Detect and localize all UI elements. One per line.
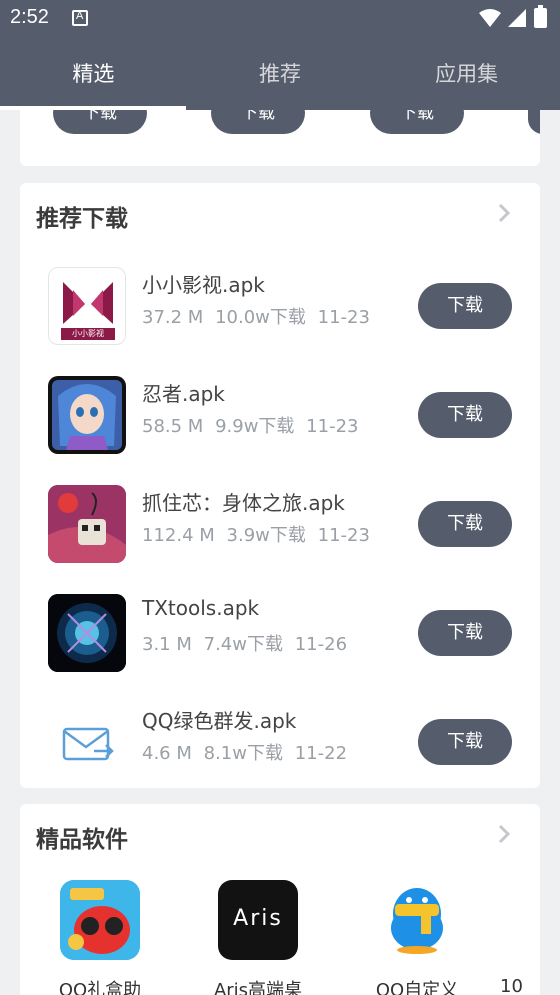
tab-bar: 精选 推荐 应用集 bbox=[0, 44, 560, 110]
signal-icon bbox=[508, 9, 526, 27]
chevron-right-icon[interactable] bbox=[494, 201, 514, 225]
aris-icon: Aris bbox=[218, 880, 298, 960]
tab-app-collection[interactable]: 应用集 bbox=[373, 44, 560, 110]
list-item[interactable]: 忍者.apk 58.5 M 9.9w下载 11-23 下载 bbox=[20, 360, 540, 460]
list-item[interactable]: TXtools.apk 3.1 M 7.4w下载 11-26 下载 bbox=[20, 578, 540, 678]
app-size: 37.2 M bbox=[142, 307, 204, 328]
list-item[interactable]: QQ绿色群发.apk 4.6 M 8.1w下载 11-22 下载 bbox=[20, 687, 540, 787]
premium-item-label: QQ礼盒助 bbox=[58, 980, 142, 995]
icon-caption: 小小影视 bbox=[72, 329, 104, 338]
list-item[interactable]: 小小影视 小小影视.apk 37.2 M 10.0w下载 11-23 下载 bbox=[20, 251, 540, 351]
premium-item[interactable]: QQ礼盒助 bbox=[40, 880, 160, 995]
tab-featured[interactable]: 精选 bbox=[0, 44, 187, 110]
aris-logo-text: Aris bbox=[233, 906, 283, 931]
premium-item[interactable]: Aris Aris高端桌 bbox=[198, 880, 318, 995]
battery-icon bbox=[534, 5, 547, 28]
app-meta: 4.6 M 8.1w下载 11-22 bbox=[142, 739, 353, 765]
txtools-icon bbox=[48, 594, 126, 672]
qq-penguin-icon bbox=[377, 880, 457, 960]
premium-item-label: QQ自定义 bbox=[375, 980, 459, 995]
app-meta: 112.4 M 3.9w下载 11-23 bbox=[142, 521, 376, 547]
ninja-anime-icon bbox=[48, 376, 126, 454]
download-button[interactable]: 下载 bbox=[418, 283, 512, 329]
app-header: 2:52 精选 推荐 应用集 bbox=[0, 0, 560, 110]
recommended-card: 推荐下载 小小影视 小小影视.apk 37.2 M 10.0w下载 11-23 … bbox=[20, 183, 540, 788]
app-downloads: 10.0w下载 bbox=[215, 307, 306, 328]
app-name: 抓住芯：身体之旅.apk bbox=[142, 491, 345, 515]
app-meta: 37.2 M 10.0w下载 11-23 bbox=[142, 303, 376, 329]
status-bar: 2:52 bbox=[0, 0, 560, 40]
app-meta: 3.1 M 7.4w下载 11-26 bbox=[142, 630, 353, 656]
app-downloads: 9.9w下载 bbox=[215, 416, 295, 437]
app-name: 忍者.apk bbox=[142, 382, 225, 406]
premium-title: 精品软件 bbox=[36, 827, 128, 853]
app-date: 11-23 bbox=[306, 416, 359, 437]
premium-item-label: 10 bbox=[500, 976, 523, 995]
wifi-icon bbox=[479, 9, 501, 27]
body-journey-game-icon bbox=[48, 485, 126, 563]
notification-a-icon bbox=[72, 10, 88, 26]
app-date: 11-23 bbox=[317, 525, 370, 546]
app-size: 112.4 M bbox=[142, 525, 215, 546]
premium-card: 精品软件 QQ礼盒助 Aris Aris高端桌 QQ自定义 10 bbox=[20, 804, 540, 995]
app-name: 小小影视.apk bbox=[142, 273, 265, 297]
recommended-title: 推荐下载 bbox=[36, 206, 128, 232]
download-button[interactable]: 下载 bbox=[418, 501, 512, 547]
gift-box-icon bbox=[60, 880, 140, 960]
app-name: TXtools.apk bbox=[142, 596, 260, 620]
app-name: QQ绿色群发.apk bbox=[142, 709, 297, 733]
app-downloads: 3.9w下载 bbox=[226, 525, 306, 546]
premium-item[interactable]: 10 bbox=[500, 880, 540, 995]
app-size: 3.1 M bbox=[142, 634, 192, 655]
tab-recommended[interactable]: 推荐 bbox=[187, 44, 374, 110]
app-size: 4.6 M bbox=[142, 743, 192, 764]
premium-item[interactable]: QQ自定义 bbox=[357, 880, 477, 995]
status-time: 2:52 bbox=[10, 6, 49, 28]
app-meta: 58.5 M 9.9w下载 11-23 bbox=[142, 412, 364, 438]
app-date: 11-23 bbox=[317, 307, 370, 328]
active-tab-indicator bbox=[0, 106, 186, 110]
download-button[interactable]: 下载 bbox=[418, 610, 512, 656]
mail-send-icon bbox=[48, 703, 126, 781]
app-date: 11-22 bbox=[294, 743, 348, 764]
app-downloads: 8.1w下载 bbox=[203, 743, 283, 764]
premium-item-label: Aris高端桌 bbox=[213, 980, 303, 995]
app-date: 11-26 bbox=[294, 634, 348, 655]
app-downloads: 7.4w下载 bbox=[203, 634, 283, 655]
download-button[interactable]: 下载 bbox=[418, 719, 512, 765]
xiaoxiao-yingshi-icon: 小小影视 bbox=[48, 267, 126, 345]
chevron-right-icon[interactable] bbox=[494, 822, 514, 846]
app-size: 58.5 M bbox=[142, 416, 204, 437]
download-button[interactable]: 下载 bbox=[418, 392, 512, 438]
list-item[interactable]: 抓住芯：身体之旅.apk 112.4 M 3.9w下载 11-23 下载 bbox=[20, 469, 540, 569]
